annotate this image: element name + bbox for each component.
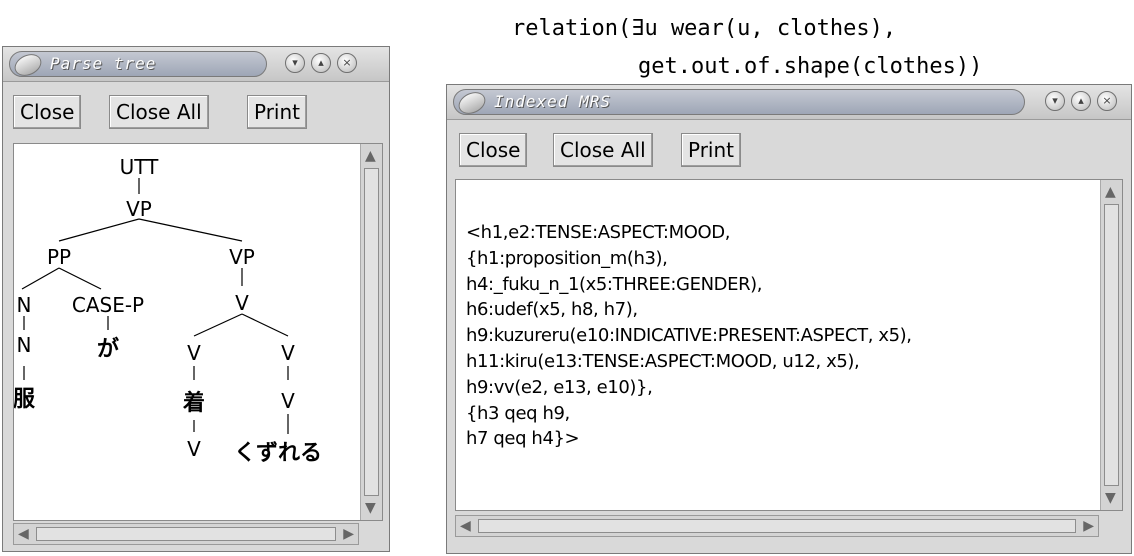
formula-line-1: relation(∃u wear(u, clothes), <box>512 16 897 41</box>
mrs-line: h7 qeq h4}> <box>466 428 580 450</box>
scroll-up-icon[interactable]: ▲ <box>365 148 376 164</box>
parse-tree-pane: UTT VP PP VP N CASE-P V N が V V 服 着 V V … <box>13 143 383 521</box>
close-icon[interactable]: × <box>1097 91 1117 111</box>
scroll-down-icon[interactable]: ▼ <box>365 500 376 516</box>
mrs-line: {h3 qeq h9, <box>466 402 570 424</box>
scroll-right-icon[interactable]: ▶ <box>1083 518 1094 534</box>
window-logo-icon <box>455 88 489 118</box>
mrs-line: h11:kiru(e13:TENSE:ASPECT:MOOD, u12, x5)… <box>466 350 860 372</box>
scroll-right-icon[interactable]: ▶ <box>343 526 354 542</box>
node-n: N <box>17 293 32 317</box>
window-title: Parse tree <box>50 54 157 73</box>
mrs-line: h9:vv(e2, e13, e10)}, <box>466 376 653 398</box>
print-button[interactable]: Print <box>247 95 308 129</box>
word-ki: 着 <box>182 390 205 416</box>
window-title: Indexed MRS <box>494 92 611 111</box>
title-tab: Parse tree <box>9 50 267 80</box>
node-v: V <box>187 437 201 461</box>
vertical-scrollbar[interactable]: ▲ ▼ <box>360 144 382 520</box>
mrs-line: {h1:proposition_m(h3), <box>466 247 668 269</box>
scrollbar-thumb[interactable] <box>36 527 336 541</box>
node-vp: VP <box>229 245 255 269</box>
print-button[interactable]: Print <box>681 133 742 167</box>
close-button[interactable]: Close <box>13 95 82 129</box>
close-all-button[interactable]: Close All <box>109 95 209 129</box>
maximize-icon[interactable]: ▴ <box>311 53 331 73</box>
mrs-line: h4:_fuku_n_1(x5:THREE:GENDER), <box>466 273 763 295</box>
mrs-line: h9:kuzureru(e10:INDICATIVE:PRESENT:ASPEC… <box>466 325 912 347</box>
parse-tree-window: Parse tree ▾ ▴ × Close Close All Print U… <box>2 46 390 552</box>
formula-line-2: get.out.of.shape(clothes)) <box>638 54 983 79</box>
node-n: N <box>17 333 32 357</box>
mrs-line: <h1,e2:TENSE:ASPECT:MOOD, <box>466 222 731 243</box>
close-all-button[interactable]: Close All <box>553 133 653 167</box>
close-icon[interactable]: × <box>337 53 357 73</box>
minimize-icon[interactable]: ▾ <box>285 53 305 73</box>
word-fuku: 服 <box>14 386 36 412</box>
word-ga: が <box>97 336 119 362</box>
node-case-p: CASE-P <box>72 293 144 317</box>
maximize-icon[interactable]: ▴ <box>1071 91 1091 111</box>
node-v: V <box>281 389 295 413</box>
window-logo-icon <box>11 50 45 80</box>
node-v: V <box>187 341 201 365</box>
parse-tree-titlebar[interactable]: Parse tree ▾ ▴ × <box>3 47 389 82</box>
horizontal-scrollbar[interactable]: ◀ ▶ <box>455 515 1099 537</box>
node-pp: PP <box>47 245 71 269</box>
scroll-left-icon[interactable]: ◀ <box>18 526 29 542</box>
title-tab: Indexed MRS <box>453 88 1025 118</box>
scroll-down-icon[interactable]: ▼ <box>1105 490 1116 506</box>
node-utt: UTT <box>120 155 160 179</box>
scrollbar-thumb[interactable] <box>478 519 1076 533</box>
vertical-scrollbar[interactable]: ▲ ▼ <box>1100 180 1122 510</box>
scroll-left-icon[interactable]: ◀ <box>460 518 471 534</box>
mrs-line: h6:udef(x5, h8, h7), <box>466 299 638 321</box>
close-button[interactable]: Close <box>459 133 528 167</box>
node-v: V <box>281 341 295 365</box>
mrs-text-pane: <h1,e2:TENSE:ASPECT:MOOD, {h1:propositio… <box>455 179 1123 511</box>
scroll-up-icon[interactable]: ▲ <box>1105 184 1116 200</box>
scrollbar-thumb[interactable] <box>1104 204 1119 486</box>
horizontal-scrollbar[interactable]: ◀ ▶ <box>13 523 359 545</box>
node-v: V <box>235 291 249 315</box>
mrs-text: <h1,e2:TENSE:ASPECT:MOOD, {h1:propositio… <box>466 220 912 452</box>
parse-tree: UTT VP PP VP N CASE-P V N が V V 服 着 V V … <box>14 155 322 466</box>
indexed-mrs-window: Indexed MRS ▾ ▴ × Close Close All Print … <box>446 84 1132 554</box>
scrollbar-thumb[interactable] <box>364 168 379 496</box>
node-vp: VP <box>126 197 152 221</box>
word-kuzureru: くずれる <box>234 440 322 466</box>
indexed-mrs-titlebar[interactable]: Indexed MRS ▾ ▴ × <box>447 85 1131 120</box>
minimize-icon[interactable]: ▾ <box>1045 91 1065 111</box>
